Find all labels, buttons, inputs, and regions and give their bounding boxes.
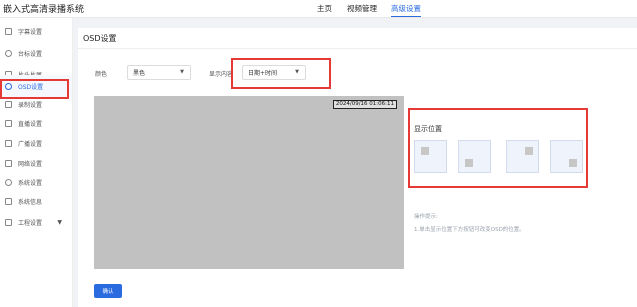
position-marker	[421, 147, 429, 155]
sidebar-item-subtitle[interactable]: 字幕设置	[0, 20, 72, 42]
position-marker	[569, 159, 577, 167]
sidebar-item-label: 工程设置	[18, 219, 43, 227]
nav-video-management[interactable]: 视频管理	[347, 3, 377, 14]
content-select[interactable]: 日期+时间 ▼	[242, 65, 306, 80]
color-select-value: 黑色	[133, 70, 146, 77]
content-select-value: 日期+时间	[248, 70, 278, 77]
clock-icon	[5, 82, 12, 90]
sidebar-item-label: 录制设置	[18, 101, 43, 109]
chevron-down-icon: ▼	[295, 69, 299, 75]
color-label: 颜色	[95, 71, 108, 78]
broadcast-icon	[5, 139, 12, 147]
sidebar-item-label: OSD设置	[18, 83, 44, 91]
nav-advanced-settings[interactable]: 高级设置	[391, 3, 421, 17]
hint-title: 操作提示:	[414, 214, 438, 220]
hint-text: 1.单击显示位置下方按钮可改变OSD的位置。	[414, 227, 525, 233]
position-bottom-right[interactable]	[550, 140, 583, 173]
sidebar-item-label: 台标设置	[18, 50, 43, 58]
confirm-button[interactable]: 确认	[94, 284, 122, 298]
position-top-left[interactable]	[414, 140, 447, 173]
info-icon	[5, 197, 12, 205]
subtitle-icon	[5, 27, 12, 35]
position-marker	[465, 159, 473, 167]
top-bar: 嵌入式高清录播系统 主页 视频管理 高级设置	[0, 0, 637, 18]
sidebar-item-logo[interactable]: 台标设置	[0, 42, 72, 64]
position-top-right[interactable]	[506, 140, 539, 173]
sidebar: 字幕设置 台标设置 片头片尾 OSD设置 录制设置 直播设置 广播设置 网络设置…	[0, 18, 73, 307]
color-select[interactable]: 黑色 ▼	[127, 65, 191, 80]
position-title: 显示位置	[414, 125, 442, 133]
sidebar-item-system-info[interactable]: 系统信息	[0, 190, 72, 212]
live-icon	[5, 119, 12, 127]
gear-icon	[5, 178, 12, 186]
sidebar-item-label: 系统设置	[18, 179, 43, 187]
video-preview: 2024/09/16 01:06:11	[94, 96, 404, 269]
app-title: 嵌入式高清录播系统	[3, 5, 85, 15]
nav-home[interactable]: 主页	[317, 3, 332, 14]
caret-down-icon: ▼	[57, 218, 62, 226]
sidebar-item-label: 广播设置	[18, 140, 43, 148]
position-bottom-left[interactable]	[458, 140, 491, 173]
sidebar-item-project[interactable]: 工程设置 ▼	[0, 211, 72, 233]
chevron-down-icon: ▼	[180, 69, 184, 75]
sidebar-item-label: 直播设置	[18, 120, 43, 128]
content-label: 显示内容	[209, 71, 234, 78]
sidebar-item-label: 网络设置	[18, 160, 43, 168]
position-marker	[525, 147, 533, 155]
sidebar-item-broadcast[interactable]: 广播设置	[0, 132, 72, 154]
network-icon	[5, 159, 12, 167]
logo-icon	[5, 49, 12, 57]
sidebar-item-live[interactable]: 直播设置	[0, 112, 72, 134]
record-icon	[5, 100, 12, 108]
osd-timestamp[interactable]: 2024/09/16 01:06:11	[332, 100, 397, 109]
panel-divider	[78, 48, 637, 49]
sidebar-item-label: 字幕设置	[18, 28, 43, 36]
panel-title: OSD设置	[83, 34, 117, 43]
project-icon	[5, 218, 12, 226]
sidebar-item-label: 系统信息	[18, 198, 43, 206]
